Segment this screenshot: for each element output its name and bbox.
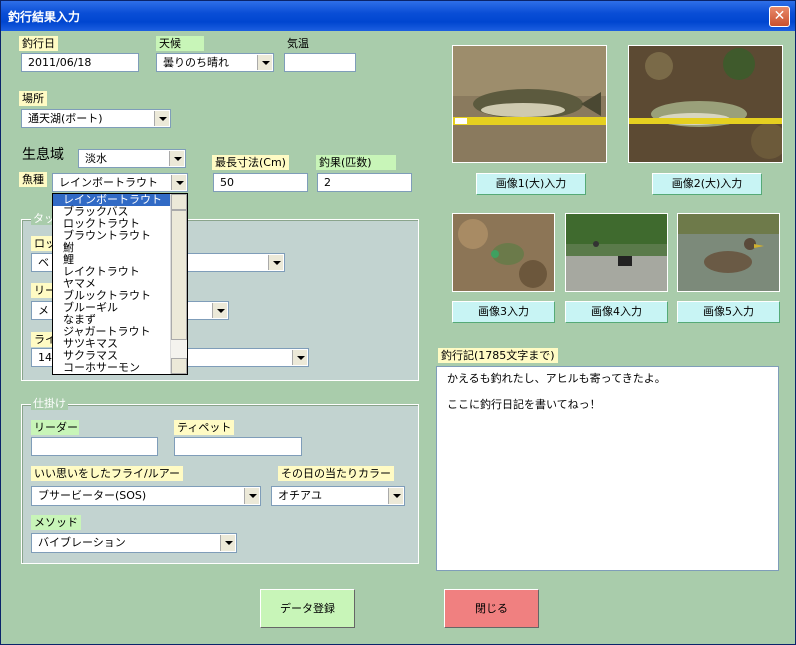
title-bar: 釣行結果入力 ✕ bbox=[1, 1, 795, 31]
journal-line-2: ここに釣行日記を書いてねっ！ bbox=[447, 398, 601, 411]
temp-label: 気温 bbox=[287, 37, 309, 50]
maxlen-field[interactable]: 50 bbox=[213, 173, 308, 192]
chevron-down-icon[interactable] bbox=[292, 350, 307, 365]
species-value: レインボートラウト bbox=[59, 176, 158, 189]
photo-5-duck bbox=[677, 213, 780, 292]
species-combo[interactable]: レインボートラウト bbox=[52, 173, 188, 192]
line-value: 14 bbox=[38, 351, 52, 364]
place-combo[interactable]: 通天湖(ボート) bbox=[21, 109, 171, 128]
weather-combo[interactable]: 曇りのち晴れ bbox=[156, 53, 274, 72]
form-window: 釣行結果入力 ✕ 釣行日 2011/06/18 天候 曇りのち晴れ 気温 場所 … bbox=[0, 0, 796, 645]
species-option[interactable]: コーホサーモン bbox=[53, 362, 187, 374]
fly-value: ブサービーター(SOS) bbox=[38, 489, 147, 502]
tippet-field[interactable] bbox=[174, 437, 302, 456]
place-label: 場所 bbox=[19, 91, 47, 106]
chevron-down-icon[interactable] bbox=[388, 488, 403, 504]
scroll-thumb[interactable] bbox=[171, 210, 187, 340]
color-combo[interactable]: オチアユ bbox=[271, 486, 405, 506]
scroll-down-icon[interactable] bbox=[171, 358, 187, 374]
image1-input-button[interactable]: 画像1(大)入力 bbox=[476, 173, 586, 195]
maxlen-label: 最長寸法(Cm) bbox=[212, 155, 289, 170]
image5-input-button[interactable]: 画像5入力 bbox=[677, 301, 780, 323]
species-dropdown-list[interactable]: レインボートラウト ブラックバス ロックトラウト ブラウントラウト鮒鯉レイクトラウトヤ… bbox=[52, 193, 188, 375]
fly-combo[interactable]: ブサービーター(SOS) bbox=[31, 486, 261, 506]
tippet-label: ティペット bbox=[174, 420, 235, 435]
fly-label: いい思いをしたフライ/ルアー bbox=[31, 466, 184, 481]
method-combo[interactable]: バイブレーション bbox=[31, 533, 237, 553]
dropdown-scrollbar[interactable] bbox=[170, 194, 187, 374]
journal-textarea[interactable]: かえるも釣れたし、アヒルも寄ってきたよ。 ここに釣行日記を書いてねっ！ bbox=[436, 366, 779, 571]
leader-field[interactable] bbox=[31, 437, 158, 456]
chevron-down-icon[interactable] bbox=[257, 55, 272, 70]
temp-field[interactable] bbox=[284, 53, 356, 72]
chevron-down-icon[interactable] bbox=[154, 111, 169, 126]
color-label: その日の当たりカラー bbox=[278, 466, 394, 481]
date-field[interactable]: 2011/06/18 bbox=[21, 53, 139, 72]
scroll-up-icon[interactable] bbox=[171, 194, 187, 210]
catch-label: 釣果(匹数) bbox=[316, 155, 396, 170]
date-label: 釣行日 bbox=[19, 36, 58, 51]
species-label: 魚種 bbox=[19, 172, 47, 187]
place-value: 通天湖(ボート) bbox=[28, 112, 103, 125]
journal-label: 釣行記(1785文字まで) bbox=[438, 348, 558, 363]
close-window-button[interactable]: ✕ bbox=[769, 6, 790, 27]
weather-label: 天候 bbox=[156, 36, 204, 51]
chevron-down-icon[interactable] bbox=[171, 175, 186, 190]
image3-input-button[interactable]: 画像3入力 bbox=[452, 301, 555, 323]
chevron-down-icon[interactable] bbox=[268, 255, 283, 270]
habitat-value: 淡水 bbox=[85, 152, 107, 165]
color-value: オチアユ bbox=[278, 489, 322, 502]
method-value: バイブレーション bbox=[38, 536, 126, 549]
photo-2-fish-on-ground bbox=[628, 45, 783, 163]
reel-value: メ bbox=[38, 304, 49, 317]
register-data-button[interactable]: データ登録 bbox=[260, 589, 355, 628]
close-button[interactable]: 閉じる bbox=[444, 589, 539, 628]
method-label: メソッド bbox=[31, 515, 81, 530]
catch-field[interactable]: 2 bbox=[317, 173, 412, 192]
habitat-combo[interactable]: 淡水 bbox=[78, 149, 186, 168]
photo-4-riverside bbox=[565, 213, 668, 292]
image4-input-button[interactable]: 画像4入力 bbox=[565, 301, 668, 323]
photo-3-frog bbox=[452, 213, 555, 292]
chevron-down-icon[interactable] bbox=[244, 488, 259, 504]
chevron-down-icon[interactable] bbox=[212, 303, 227, 318]
chevron-down-icon[interactable] bbox=[169, 151, 184, 166]
rig-group-label: 仕掛け bbox=[31, 397, 68, 410]
window-title: 釣行結果入力 bbox=[8, 10, 81, 24]
chevron-down-icon[interactable] bbox=[220, 535, 235, 551]
weather-value: 曇りのち晴れ bbox=[163, 56, 229, 69]
image2-input-button[interactable]: 画像2(大)入力 bbox=[652, 173, 762, 195]
leader-label: リーダー bbox=[31, 420, 79, 435]
photo-1-bass-on-ruler bbox=[452, 45, 607, 163]
habitat-label: 生息域 bbox=[22, 147, 64, 163]
species-options: レインボートラウト ブラックバス ロックトラウト ブラウントラウト鮒鯉レイクトラウトヤ… bbox=[53, 194, 187, 374]
journal-line-1: かえるも釣れたし、アヒルも寄ってきたよ。 bbox=[447, 372, 666, 385]
journal-blank-line bbox=[447, 387, 768, 397]
rod-value: ベ bbox=[38, 256, 49, 269]
